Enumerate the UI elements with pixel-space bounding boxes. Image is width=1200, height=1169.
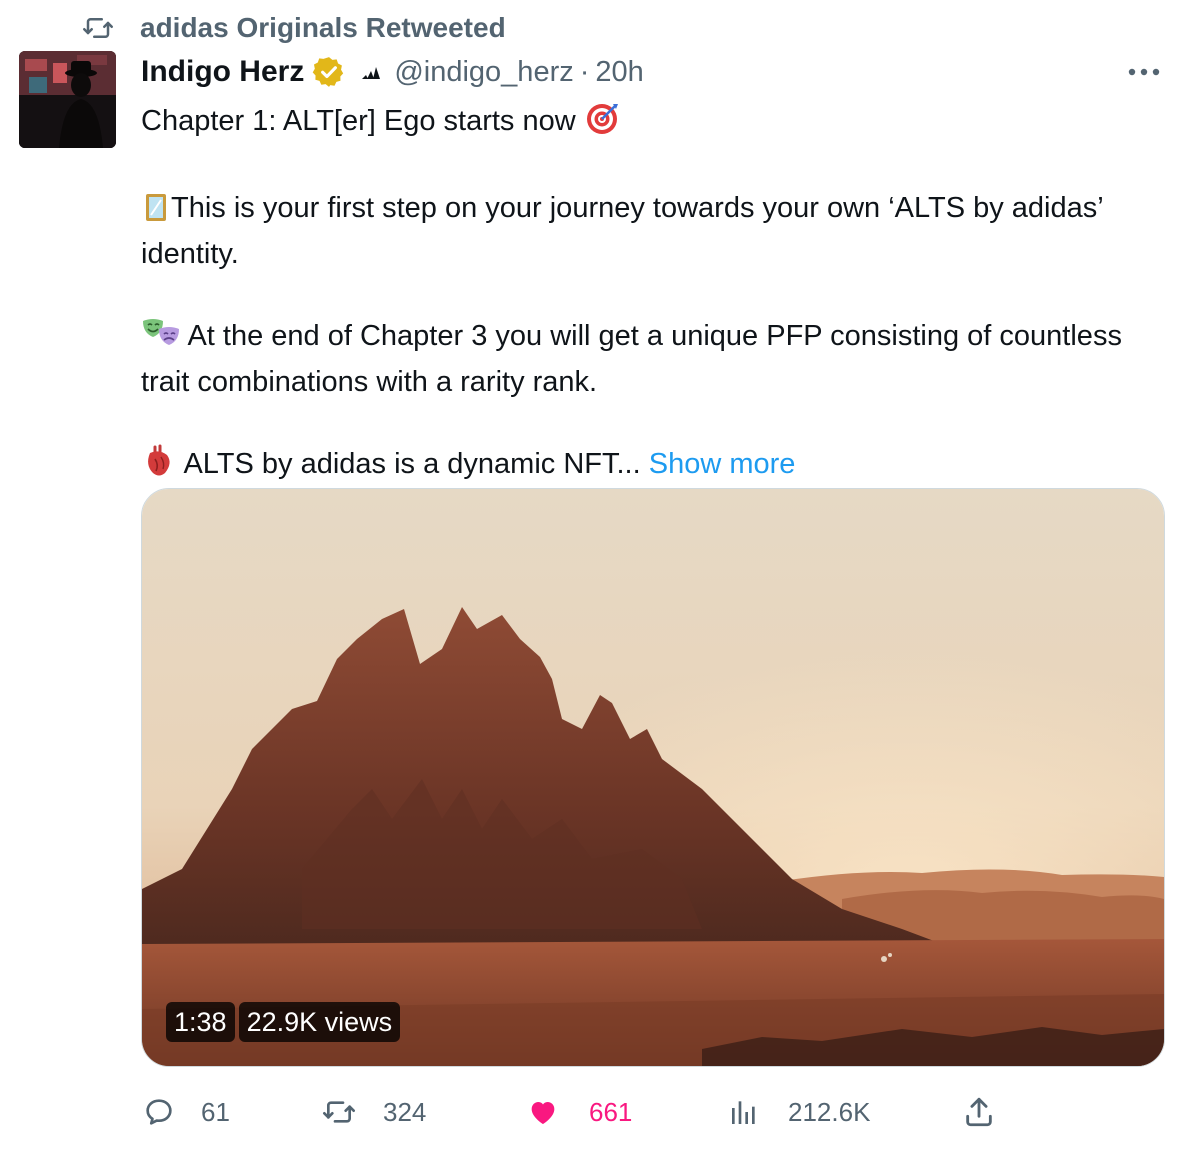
- author-name[interactable]: Indigo Herz: [141, 55, 304, 89]
- heart-icon: [525, 1094, 561, 1130]
- timestamp[interactable]: 20h: [595, 56, 643, 89]
- show-more-link[interactable]: Show more: [649, 448, 796, 480]
- retweet-icon: [80, 10, 116, 46]
- video-player[interactable]: 1:38 22.9K views: [141, 488, 1165, 1067]
- video-badges: 1:38 22.9K views: [166, 1002, 401, 1042]
- share-icon: [961, 1094, 997, 1130]
- tweet-paragraph-2-text: This is your first step on your journey …: [141, 192, 1103, 270]
- retweet-action-icon: [321, 1094, 357, 1130]
- avatar[interactable]: [19, 51, 116, 148]
- more-options-button[interactable]: [1124, 54, 1164, 90]
- views-count: 212.6K: [788, 1096, 871, 1127]
- views-icon: [726, 1094, 762, 1130]
- share-button[interactable]: [961, 1090, 997, 1134]
- tweet-paragraph-4: ALTS by adidas is a dynamic NFT... Show …: [141, 443, 1141, 490]
- retweeted-by-label: adidas Originals Retweeted: [140, 12, 506, 43]
- tweet-paragraph-4-text: ALTS by adidas is a dynamic NFT...: [183, 448, 641, 480]
- tweet-header: Indigo Herz @indigo_herz · 20h: [141, 52, 644, 92]
- reply-count: 61: [201, 1096, 230, 1127]
- adidas-logo-icon[interactable]: [360, 61, 382, 83]
- separator-dot: ·: [579, 55, 590, 88]
- tweet-line-1: Chapter 1: ALT[er] Ego starts now: [141, 100, 1141, 147]
- video-views: 22.9K views: [238, 1002, 401, 1042]
- verified-badge-icon[interactable]: [312, 55, 346, 89]
- video-duration: 1:38: [166, 1002, 235, 1042]
- retweeted-by-row[interactable]: adidas Originals Retweeted: [80, 8, 506, 48]
- retweet-button[interactable]: 324: [321, 1090, 426, 1134]
- more-icon: [1128, 68, 1160, 76]
- video-thumbnail: [142, 489, 1164, 1066]
- author-handle[interactable]: @indigo_herz: [394, 56, 573, 89]
- reply-button[interactable]: 61: [141, 1090, 230, 1134]
- tweet-line-1-text: Chapter 1: ALT[er] Ego starts now: [141, 105, 576, 137]
- reply-icon: [141, 1094, 177, 1130]
- masks-emoji: [141, 315, 181, 362]
- tweet-body: Chapter 1: ALT[er] Ego starts now This i…: [141, 100, 1141, 490]
- like-button[interactable]: 661: [525, 1090, 632, 1134]
- tweet-paragraph-3-text: At the end of Chapter 3 you will get a u…: [141, 320, 1122, 398]
- tweet-paragraph-3: At the end of Chapter 3 you will get a u…: [141, 315, 1141, 402]
- retweet-count: 324: [383, 1096, 427, 1127]
- tweet-actions: 61 324 661 212.6K: [141, 1090, 1011, 1134]
- like-count: 661: [589, 1096, 633, 1127]
- tweet-paragraph-2: This is your first step on your journey …: [141, 188, 1141, 274]
- mirror-emoji: [141, 191, 171, 234]
- views-button[interactable]: 212.6K: [726, 1090, 870, 1134]
- heart-organ-emoji: [141, 443, 177, 490]
- target-emoji: [584, 100, 620, 147]
